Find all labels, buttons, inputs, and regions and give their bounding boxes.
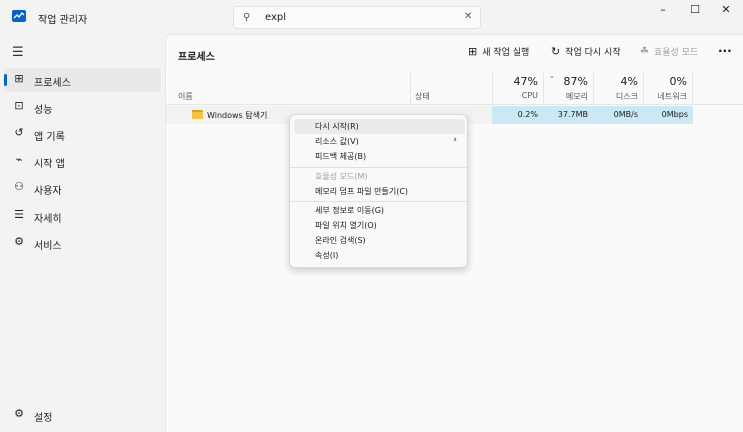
cpu-cell: 0.2% bbox=[492, 106, 543, 124]
column-network-label: 네트워크 bbox=[657, 92, 687, 101]
gear-icon: ⚙ bbox=[14, 407, 24, 420]
users-icon: ⚇ bbox=[14, 180, 24, 193]
memory-cell: 37.7MB bbox=[543, 106, 593, 124]
disk-cell: 0MB/s bbox=[593, 106, 643, 124]
startup-icon: ⌁ bbox=[15, 153, 23, 166]
maximize-button[interactable]: ☐ bbox=[680, 3, 710, 21]
sidebar-item-startup-apps[interactable]: ⌁ 시작 앱 bbox=[4, 149, 161, 173]
menu-item-label: 리소스 값(V) bbox=[315, 137, 359, 146]
clear-search-icon[interactable]: ✕ bbox=[464, 11, 472, 22]
efficiency-mode-button[interactable]: ☘ 효율성 모드 bbox=[640, 45, 698, 58]
menu-item-search-online[interactable]: 온라인 검색(S) bbox=[294, 233, 465, 248]
title-bar: 작업 관리자 ⚲ expl ✕ – ☐ ✕ bbox=[0, 0, 743, 34]
minimize-button[interactable]: – bbox=[648, 3, 678, 21]
column-disk-label: 디스크 bbox=[615, 92, 638, 101]
details-icon: ☰ bbox=[14, 208, 24, 221]
close-button[interactable]: ✕ bbox=[711, 3, 741, 21]
sidebar-item-label: 자세히 bbox=[34, 214, 62, 225]
network-cell: 0Mbps bbox=[643, 106, 693, 124]
menu-item-open-file-location[interactable]: 파일 위치 열기(O) bbox=[294, 218, 465, 233]
sidebar-item-label: 시작 앱 bbox=[34, 159, 65, 170]
more-options-button[interactable]: ··· bbox=[718, 44, 732, 58]
restart-icon: ↻ bbox=[551, 45, 561, 58]
performance-icon: ⊡ bbox=[14, 99, 24, 112]
processes-icon: ⊞ bbox=[14, 72, 24, 85]
restart-task-label: 작업 다시 시작 bbox=[565, 48, 621, 58]
services-icon: ⚙ bbox=[14, 235, 24, 248]
sidebar-item-services[interactable]: ⚙ 서비스 bbox=[4, 231, 161, 255]
sidebar-item-label: 앱 기록 bbox=[34, 132, 65, 143]
sidebar-item-label: 설정 bbox=[34, 413, 53, 424]
menu-item-resource-values[interactable]: 리소스 값(V) › bbox=[294, 134, 465, 149]
leaf-icon: ☘ bbox=[640, 46, 649, 57]
menu-item-create-dump[interactable]: 메모리 덤프 파일 만들기(C) bbox=[294, 184, 465, 199]
menu-item-efficiency-mode[interactable]: 효율성 모드(M) bbox=[294, 169, 465, 184]
column-status-label: 상태 bbox=[415, 92, 430, 101]
task-manager-icon bbox=[12, 10, 26, 22]
menu-item-properties[interactable]: 속성(I) bbox=[294, 248, 465, 263]
selection-indicator bbox=[4, 74, 7, 86]
header-divider bbox=[166, 104, 743, 105]
menu-separator bbox=[290, 201, 467, 202]
menu-item-restart[interactable]: 다시 시작(R) bbox=[294, 119, 465, 134]
cpu-total: 47% bbox=[513, 75, 538, 88]
sort-chevron-icon: ⌄ bbox=[549, 72, 555, 80]
column-header-name[interactable]: 이름 bbox=[166, 71, 410, 105]
context-menu: 다시 시작(R) 리소스 값(V) › 피드백 제공(B) 효율성 모드(M) … bbox=[289, 114, 468, 268]
history-icon: ↺ bbox=[14, 126, 24, 139]
sidebar-item-app-history[interactable]: ↺ 앱 기록 bbox=[4, 122, 161, 146]
sidebar-item-performance[interactable]: ⊡ 성능 bbox=[4, 95, 161, 119]
chevron-right-icon: › bbox=[453, 135, 457, 145]
sidebar-item-settings[interactable]: ⚙ 설정 bbox=[4, 403, 161, 427]
menu-item-feedback[interactable]: 피드백 제공(B) bbox=[294, 149, 465, 164]
new-task-icon: ⊞ bbox=[468, 45, 478, 58]
sidebar-item-label: 성능 bbox=[34, 105, 53, 116]
process-name: Windows 탐색기 bbox=[207, 111, 268, 120]
efficiency-mode-label: 효율성 모드 bbox=[653, 48, 699, 58]
sidebar-item-label: 사용자 bbox=[34, 186, 62, 197]
column-header-status[interactable]: 상태 bbox=[410, 71, 492, 105]
new-task-label: 새 작업 실행 bbox=[482, 48, 530, 58]
search-input[interactable]: expl bbox=[265, 12, 286, 23]
menu-item-go-to-details[interactable]: 세부 정보로 이동(G) bbox=[294, 203, 465, 218]
folder-icon bbox=[192, 110, 203, 119]
column-header-memory[interactable]: ⌄ 87% 메모리 bbox=[543, 71, 593, 105]
sidebar-item-label: 프로세스 bbox=[34, 78, 71, 89]
hamburger-menu-icon[interactable]: ☰ bbox=[12, 45, 24, 60]
column-header-cpu[interactable]: 47% CPU bbox=[492, 71, 543, 105]
sidebar-item-processes[interactable]: ⊞ 프로세스 bbox=[4, 68, 161, 92]
network-total: 0% bbox=[669, 75, 687, 88]
page-title: 프로세스 bbox=[178, 52, 215, 63]
column-header-network[interactable]: 0% 네트워크 bbox=[643, 71, 693, 105]
search-icon: ⚲ bbox=[243, 12, 251, 23]
disk-total: 4% bbox=[620, 75, 638, 88]
sidebar-item-users[interactable]: ⚇ 사용자 bbox=[4, 176, 161, 200]
sidebar-item-details[interactable]: ☰ 자세히 bbox=[4, 204, 161, 228]
search-box[interactable]: ⚲ expl ✕ bbox=[233, 6, 481, 29]
restart-task-button[interactable]: ↻ 작업 다시 시작 bbox=[551, 45, 621, 58]
column-name-label: 이름 bbox=[178, 92, 193, 101]
column-header-disk[interactable]: 4% 디스크 bbox=[593, 71, 643, 105]
column-memory-label: 메모리 bbox=[565, 92, 588, 101]
menu-separator bbox=[290, 167, 467, 168]
window-title: 작업 관리자 bbox=[38, 15, 88, 26]
sidebar-item-label: 서비스 bbox=[34, 241, 62, 252]
new-task-button[interactable]: ⊞ 새 작업 실행 bbox=[468, 45, 529, 58]
column-cpu-label: CPU bbox=[521, 91, 538, 100]
